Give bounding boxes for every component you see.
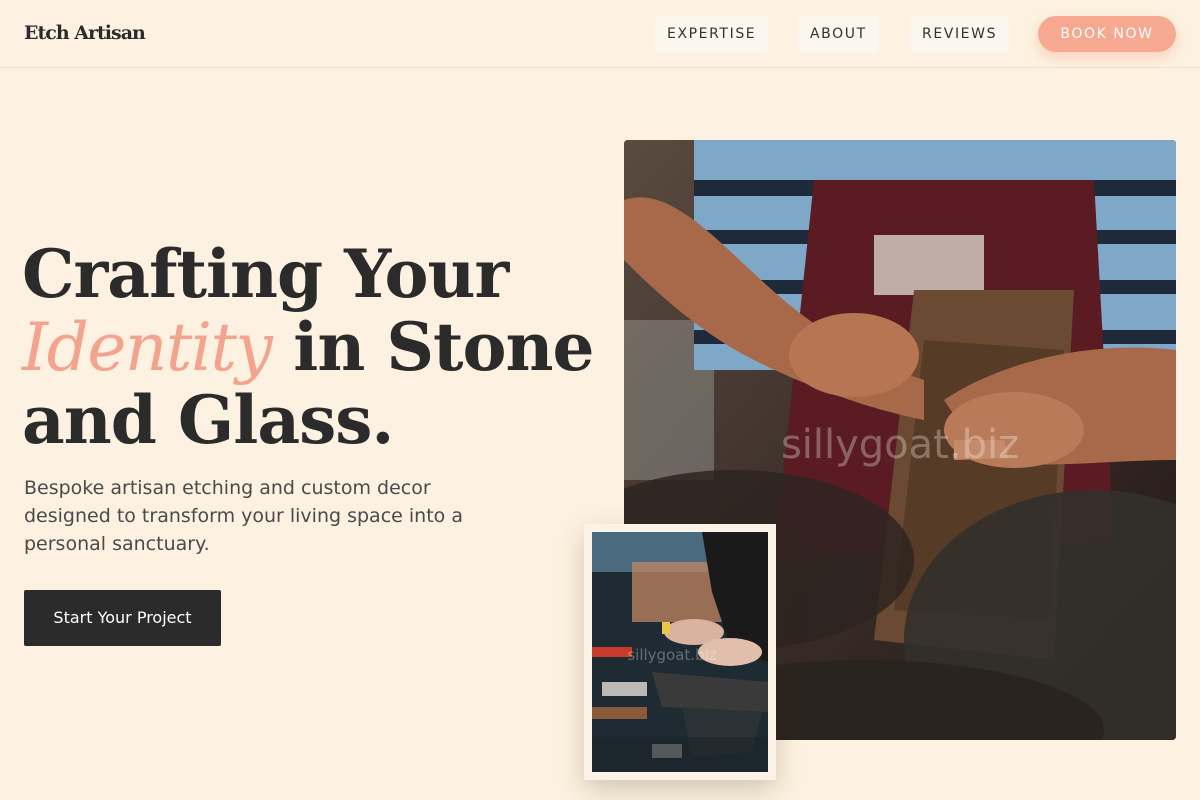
artisan-at-workbench-photo: sillygoat.biz (592, 532, 768, 772)
hero-title-line3: and Glass. (22, 381, 394, 459)
hero-title-line2: in Stone (271, 308, 594, 386)
watermark-inset: sillygoat.biz (627, 646, 716, 664)
watermark-main: sillygoat.biz (781, 422, 1019, 468)
nav-link-reviews[interactable]: REVIEWS (910, 16, 1010, 52)
nav-link-expertise[interactable]: EXPERTISE (655, 16, 769, 52)
start-project-button[interactable]: Start Your Project (24, 590, 221, 646)
site-header: Etch Artisan EXPERTISE ABOUT REVIEWS BOO… (0, 0, 1200, 68)
inset-photo-frame: sillygoat.biz (584, 524, 776, 780)
hero-title-line1: Crafting Your (22, 235, 509, 313)
site-logo[interactable]: Etch Artisan (24, 22, 146, 44)
nav-link-about[interactable]: ABOUT (798, 16, 879, 52)
inset-photo: sillygoat.biz (592, 532, 768, 772)
hero-title: Crafting Your Identity in Stone and Glas… (22, 238, 602, 457)
book-now-button[interactable]: BOOK NOW (1038, 16, 1176, 52)
hero-title-accent: Identity (22, 309, 273, 386)
hero-subtitle: Bespoke artisan etching and custom decor… (24, 477, 463, 555)
